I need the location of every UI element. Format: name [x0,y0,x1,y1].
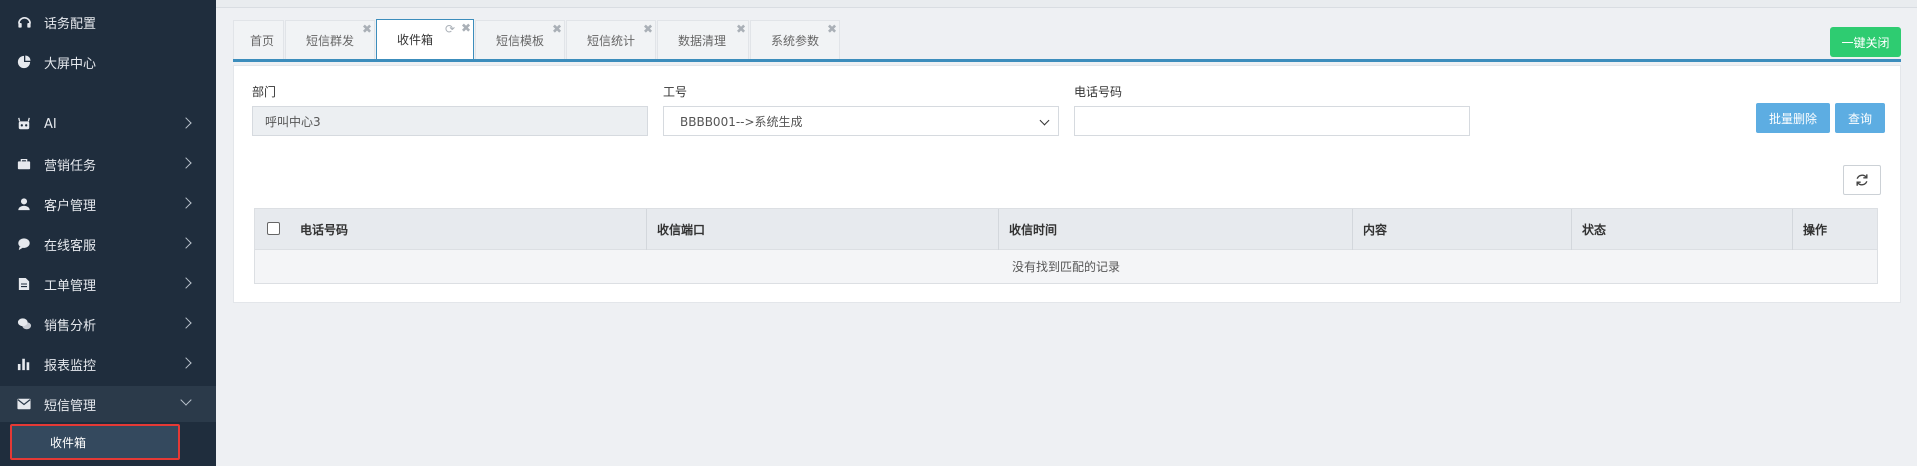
sidebar: 话务配置 大屏中心 AI 营销任务 客户管理 在线客服 工单管理 销售分析 报表… [0,0,216,466]
batch-delete-button[interactable]: 批量删除 [1756,103,1830,133]
close-icon[interactable]: ✖ [552,23,562,35]
pie-chart-icon [16,54,32,70]
user-icon [16,196,32,212]
tab-sms-mass[interactable]: 短信群发 ✖ [285,20,375,59]
sidebar-item-customer[interactable]: 客户管理 [0,186,216,222]
refresh-icon[interactable]: ⟳ [445,22,455,36]
tab-sms-template[interactable]: 短信模板 ✖ [475,20,565,59]
sidebar-item-label: 在线客服 [44,238,97,254]
sidebar-item-online-service[interactable]: 在线客服 [0,226,216,262]
empty-message: 没有找到匹配的记录 [1011,260,1120,274]
sidebar-item-label: 短信管理 [44,398,97,414]
main-panel: 部门 呼叫中心3 工号 BBBB001-->系统生成 电话号码 批量删除 查询 … [233,65,1901,303]
chevron-right-icon [180,357,192,369]
chevron-down-icon [180,394,192,406]
sidebar-item-call-config[interactable]: 话务配置 [0,4,216,40]
column-header-status[interactable]: 状态 [1571,209,1792,250]
sidebar-item-marketing[interactable]: 营销任务 [0,146,216,182]
close-icon[interactable]: ✖ [643,23,653,35]
tab-bar: 首页 短信群发 ✖ 收件箱 ⟳ ✖ 短信模板 ✖ 短信统计 ✖ 数据清理 ✖ 系… [233,19,1901,62]
phone-label: 电话号码 [1074,85,1123,99]
sidebar-item-label: 客户管理 [44,198,97,214]
dept-label: 部门 [252,85,277,99]
briefcase-icon [16,156,32,172]
inbox-table: 电话号码 收信端口 收信时间 内容 状态 操作 没有找到匹配的记录 [254,208,1878,284]
chevron-right-icon [180,117,192,129]
tab-label: 系统参数 [771,33,820,48]
sidebar-item-label: 大屏中心 [44,56,97,72]
sidebar-item-label: AI [44,116,57,132]
sidebar-item-label: 话务配置 [44,16,97,32]
tab-label: 收件箱 [397,33,434,47]
close-all-button[interactable]: 一键关闭 [1830,27,1901,57]
sidebar-item-sms[interactable]: 短信管理 [0,386,216,422]
sidebar-subitem-label: 收件箱 [50,435,87,450]
headset-icon [16,14,32,30]
phone-input[interactable] [1074,106,1470,136]
sidebar-item-work-order[interactable]: 工单管理 [0,266,216,302]
tab-data-cleanup[interactable]: 数据清理 ✖ [657,20,749,59]
tab-label: 短信统计 [587,33,636,48]
dept-field[interactable]: 呼叫中心3 [252,106,648,136]
tab-label: 短信模板 [496,33,545,48]
dept-value: 呼叫中心3 [265,114,321,129]
close-icon[interactable]: ✖ [362,23,372,35]
table-empty-row: 没有找到匹配的记录 [255,250,1877,283]
close-icon[interactable]: ✖ [461,22,471,34]
refresh-icon [1856,174,1868,186]
sidebar-subitem-inbox[interactable]: 收件箱 [10,424,180,460]
job-label: 工号 [663,85,688,99]
tab-label: 数据清理 [678,33,727,48]
tab-label: 短信群发 [306,33,355,48]
sidebar-item-label: 报表监控 [44,358,97,374]
chevron-right-icon [180,237,192,249]
tab-inbox[interactable]: 收件箱 ⟳ ✖ [376,19,474,59]
column-header-phone[interactable]: 电话号码 [290,209,646,250]
chevron-right-icon [180,277,192,289]
sidebar-item-label: 工单管理 [44,278,97,294]
table-header: 电话号码 收信端口 收信时间 内容 状态 操作 [255,209,1877,250]
close-icon[interactable]: ✖ [736,23,746,35]
tab-sms-stats[interactable]: 短信统计 ✖ [566,20,656,59]
tab-system-params[interactable]: 系统参数 ✖ [750,20,840,59]
sidebar-item-label: 销售分析 [44,318,97,334]
envelope-icon [16,396,32,412]
chevron-right-icon [180,157,192,169]
job-value: BBBB001-->系统生成 [680,114,803,129]
sidebar-item-report-monitor[interactable]: 报表监控 [0,346,216,382]
chevron-right-icon [180,197,192,209]
chevron-down-icon [1039,115,1050,126]
chevron-right-icon [180,317,192,329]
column-header-content[interactable]: 内容 [1352,209,1571,250]
table-refresh-button[interactable] [1843,165,1881,195]
robot-icon [16,116,32,132]
top-bar [216,0,1917,8]
tab-home[interactable]: 首页 [233,20,284,59]
bar-chart-icon [16,356,32,372]
close-icon[interactable]: ✖ [827,23,837,35]
column-header-time[interactable]: 收信时间 [998,209,1352,250]
chat-bubble-icon [16,236,32,252]
job-select[interactable]: BBBB001-->系统生成 [663,106,1059,136]
sidebar-item-label: 营销任务 [44,158,97,174]
tab-label: 首页 [250,33,275,48]
column-header-action[interactable]: 操作 [1792,209,1879,250]
sidebar-item-sales-analysis[interactable]: 销售分析 [0,306,216,342]
select-all-checkbox[interactable] [267,222,280,235]
comments-icon [16,316,32,332]
document-icon [16,276,32,292]
column-header-port[interactable]: 收信端口 [646,209,998,250]
query-button[interactable]: 查询 [1835,103,1885,133]
sidebar-item-big-screen[interactable]: 大屏中心 [0,44,216,80]
sidebar-item-ai[interactable]: AI [0,106,216,142]
